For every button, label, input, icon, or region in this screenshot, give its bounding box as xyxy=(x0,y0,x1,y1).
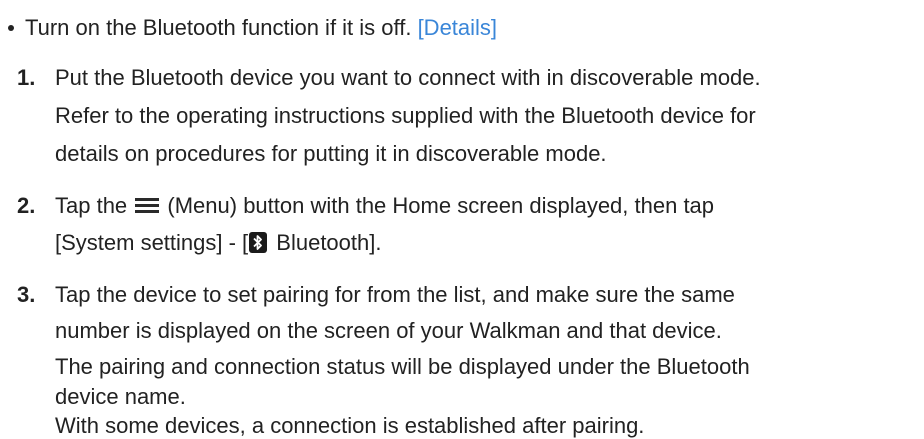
step-text-line: Refer to the operating instructions supp… xyxy=(55,103,756,128)
bullet-dot xyxy=(8,25,14,31)
step-text-line: Put the Bluetooth device you want to con… xyxy=(55,65,761,90)
step-number: 3. xyxy=(17,282,36,307)
bullet-text: Turn on the Bluetooth function if it is … xyxy=(25,15,418,40)
step-text-line: number is displayed on the screen of you… xyxy=(55,318,722,343)
step-number: 2. xyxy=(17,193,36,218)
step-text-line: Tap the device to set pairing for from t… xyxy=(55,282,735,307)
step-text-line: The pairing and connection status will b… xyxy=(55,354,750,379)
step-text-line: [System settings] - [ Bluetooth]. xyxy=(55,230,381,256)
menu-icon xyxy=(135,198,160,214)
details-link[interactable]: [Details] xyxy=(418,15,497,40)
step-text: Tap the xyxy=(55,193,134,218)
step-number: 1. xyxy=(17,65,36,90)
step-text: Bluetooth]. xyxy=(270,230,382,255)
step-text-line: device name. xyxy=(55,384,186,409)
step-text: [System settings] - [ xyxy=(55,230,249,255)
bluetooth-icon xyxy=(249,232,268,253)
step-text: (Menu) button with the Home screen displ… xyxy=(161,193,715,218)
step-text-line: With some devices, a connection is estab… xyxy=(55,413,645,438)
bullet-line: Turn on the Bluetooth function if it is … xyxy=(25,15,497,41)
step-text-line: details on procedures for putting it in … xyxy=(55,141,607,166)
step-text-line: Tap the (Menu) button with the Home scre… xyxy=(55,193,714,219)
